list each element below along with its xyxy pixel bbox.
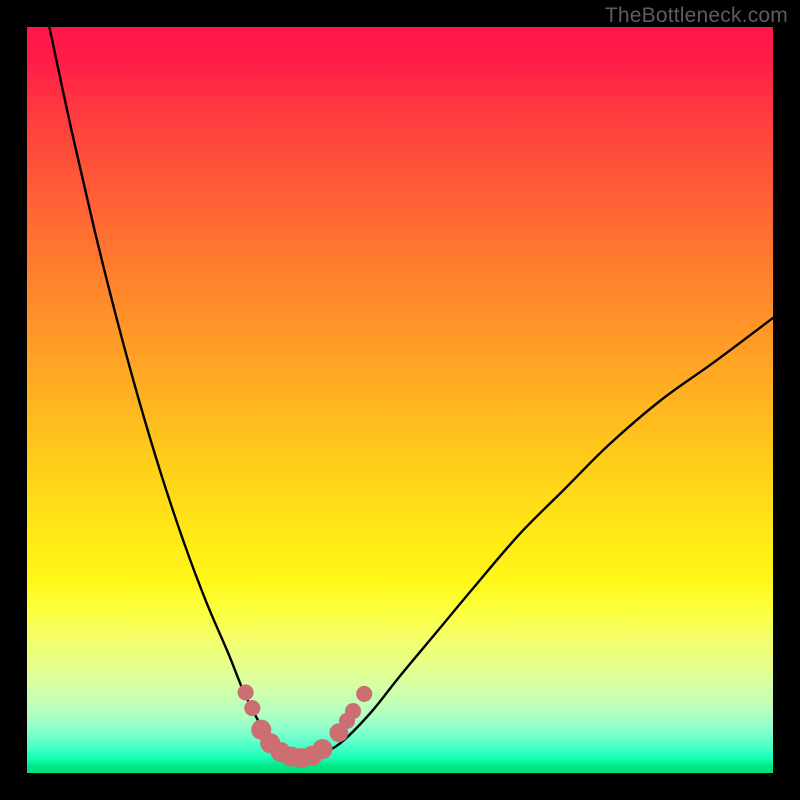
curve-marker xyxy=(238,684,254,700)
curve-markers xyxy=(238,684,373,768)
outer-frame: TheBottleneck.com xyxy=(0,0,800,800)
curve-marker xyxy=(312,739,332,759)
curve-marker xyxy=(356,686,372,702)
chart-svg xyxy=(27,27,773,773)
bottleneck-curve xyxy=(49,27,773,758)
curve-marker xyxy=(244,700,260,716)
watermark-text: TheBottleneck.com xyxy=(605,4,788,28)
curve-marker xyxy=(345,703,361,719)
